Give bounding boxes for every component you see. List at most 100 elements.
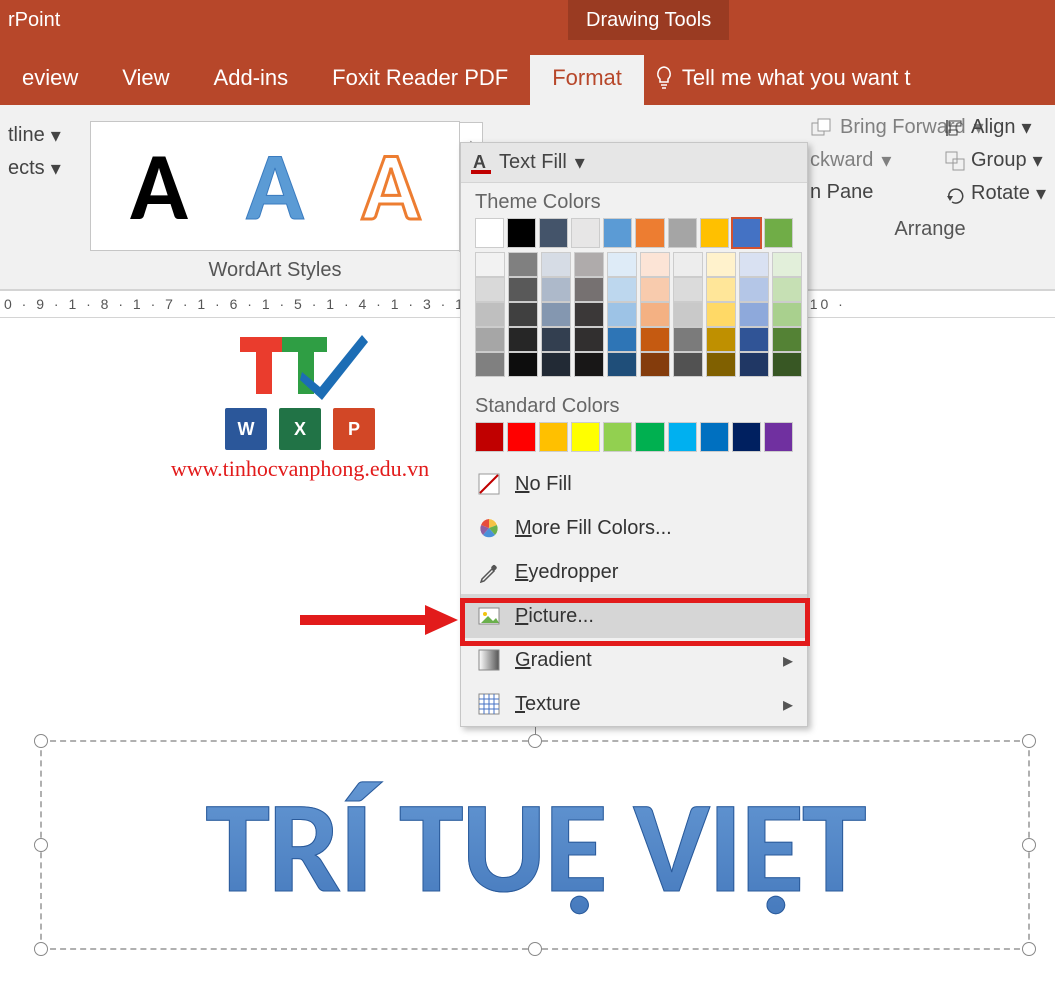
theme-color-4[interactable] <box>603 218 632 248</box>
standard-color-8[interactable] <box>732 422 761 452</box>
standard-color-4[interactable] <box>603 422 632 452</box>
resize-handle-se[interactable] <box>1022 942 1036 956</box>
group-button[interactable]: Group▾ <box>945 148 1055 173</box>
theme-shade-8-2[interactable] <box>739 302 769 327</box>
theme-shade-4-3[interactable] <box>607 327 637 352</box>
theme-shade-4-4[interactable] <box>607 352 637 377</box>
standard-color-3[interactable] <box>571 422 600 452</box>
standard-color-0[interactable] <box>475 422 504 452</box>
theme-color-5[interactable] <box>635 218 664 248</box>
theme-color-1[interactable] <box>507 218 536 248</box>
wordart-style-2[interactable]: A <box>246 128 304 245</box>
wordart-style-3[interactable]: A <box>362 128 420 245</box>
theme-shade-1-0[interactable] <box>508 252 538 277</box>
theme-shade-5-1[interactable] <box>640 277 670 302</box>
tab-format[interactable]: Format <box>530 55 644 105</box>
align-button[interactable]: Align▾ <box>945 115 1055 140</box>
theme-shade-3-4[interactable] <box>574 352 604 377</box>
theme-shade-4-1[interactable] <box>607 277 637 302</box>
theme-shade-5-2[interactable] <box>640 302 670 327</box>
theme-shade-3-2[interactable] <box>574 302 604 327</box>
theme-shade-8-0[interactable] <box>739 252 769 277</box>
eyedropper-item[interactable]: Eyedropper <box>461 550 807 594</box>
resize-handle-ne[interactable] <box>1022 734 1036 748</box>
theme-shade-7-1[interactable] <box>706 277 736 302</box>
theme-shade-2-0[interactable] <box>541 252 571 277</box>
theme-shade-8-1[interactable] <box>739 277 769 302</box>
theme-shade-6-1[interactable] <box>673 277 703 302</box>
theme-shade-0-4[interactable] <box>475 352 505 377</box>
theme-shade-7-2[interactable] <box>706 302 736 327</box>
standard-color-2[interactable] <box>539 422 568 452</box>
theme-shade-9-3[interactable] <box>772 327 802 352</box>
theme-shade-0-1[interactable] <box>475 277 505 302</box>
theme-shade-4-0[interactable] <box>607 252 637 277</box>
theme-shade-3-1[interactable] <box>574 277 604 302</box>
theme-color-3[interactable] <box>571 218 600 248</box>
theme-shade-1-1[interactable] <box>508 277 538 302</box>
theme-color-8[interactable] <box>732 218 761 248</box>
resize-handle-s[interactable] <box>528 942 542 956</box>
theme-shade-1-4[interactable] <box>508 352 538 377</box>
theme-shade-6-4[interactable] <box>673 352 703 377</box>
wordart-gallery[interactable]: A A A ▲ ▼ ▾ <box>90 121 460 251</box>
tab-view[interactable]: View <box>100 55 191 105</box>
theme-shade-5-4[interactable] <box>640 352 670 377</box>
theme-shade-9-2[interactable] <box>772 302 802 327</box>
selected-textbox[interactable]: TRÍ TUỆ VIỆT <box>40 740 1030 950</box>
theme-shade-9-4[interactable] <box>772 352 802 377</box>
resize-handle-e[interactable] <box>1022 838 1036 852</box>
theme-shade-2-1[interactable] <box>541 277 571 302</box>
text-fill-button[interactable]: A Text Fill ▾ <box>461 143 807 183</box>
shape-outline-button[interactable]: tline▾ <box>8 123 82 148</box>
shape-effects-button[interactable]: ects▾ <box>8 156 82 181</box>
theme-shade-4-2[interactable] <box>607 302 637 327</box>
theme-shade-7-3[interactable] <box>706 327 736 352</box>
theme-shade-1-2[interactable] <box>508 302 538 327</box>
theme-shade-8-3[interactable] <box>739 327 769 352</box>
theme-shade-0-2[interactable] <box>475 302 505 327</box>
resize-handle-nw[interactable] <box>34 734 48 748</box>
resize-handle-w[interactable] <box>34 838 48 852</box>
wordart-style-1[interactable]: A <box>130 128 188 245</box>
theme-color-6[interactable] <box>668 218 697 248</box>
gradient-fill-item[interactable]: Gradient ▸ <box>461 638 807 682</box>
tab-addins[interactable]: Add-ins <box>192 55 311 105</box>
more-fill-colors-item[interactable]: More Fill Colors... <box>461 506 807 550</box>
theme-shade-0-0[interactable] <box>475 252 505 277</box>
standard-color-7[interactable] <box>700 422 729 452</box>
theme-shade-3-0[interactable] <box>574 252 604 277</box>
theme-color-0[interactable] <box>475 218 504 248</box>
standard-color-1[interactable] <box>507 422 536 452</box>
theme-shade-6-0[interactable] <box>673 252 703 277</box>
no-fill-item[interactable]: NNo Fillo Fill <box>461 462 807 506</box>
standard-color-9[interactable] <box>764 422 793 452</box>
theme-shade-5-3[interactable] <box>640 327 670 352</box>
theme-shade-5-0[interactable] <box>640 252 670 277</box>
theme-shade-1-3[interactable] <box>508 327 538 352</box>
resize-handle-n[interactable] <box>528 734 542 748</box>
theme-shade-3-3[interactable] <box>574 327 604 352</box>
theme-shade-9-0[interactable] <box>772 252 802 277</box>
theme-shade-2-4[interactable] <box>541 352 571 377</box>
wordart-text[interactable]: TRÍ TUỆ VIỆT <box>42 742 1028 952</box>
theme-shade-8-4[interactable] <box>739 352 769 377</box>
tab-foxit[interactable]: Foxit Reader PDF <box>310 55 530 105</box>
tab-review[interactable]: eview <box>0 55 100 105</box>
theme-shade-6-2[interactable] <box>673 302 703 327</box>
texture-fill-item[interactable]: Texture ▸ <box>461 682 807 726</box>
picture-fill-item[interactable]: Picture... <box>461 594 807 638</box>
standard-color-6[interactable] <box>668 422 697 452</box>
theme-color-9[interactable] <box>764 218 793 248</box>
theme-shade-2-3[interactable] <box>541 327 571 352</box>
theme-shade-7-0[interactable] <box>706 252 736 277</box>
theme-shade-7-4[interactable] <box>706 352 736 377</box>
standard-color-5[interactable] <box>635 422 664 452</box>
theme-shade-0-3[interactable] <box>475 327 505 352</box>
theme-shade-2-2[interactable] <box>541 302 571 327</box>
tell-me[interactable]: Tell me what you want t <box>644 55 921 105</box>
theme-color-7[interactable] <box>700 218 729 248</box>
theme-shade-9-1[interactable] <box>772 277 802 302</box>
theme-color-2[interactable] <box>539 218 568 248</box>
theme-shade-6-3[interactable] <box>673 327 703 352</box>
